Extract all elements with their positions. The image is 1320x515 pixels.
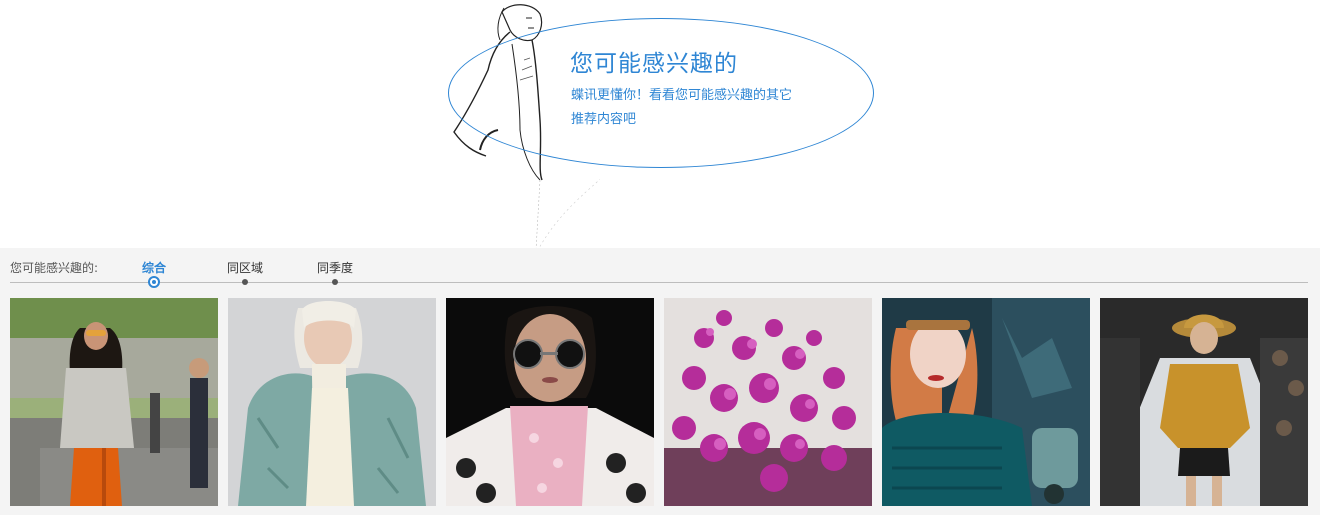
hero-title: 您可能感兴趣的 <box>570 51 738 77</box>
tab-same-season[interactable]: 同季度 <box>317 259 353 276</box>
hero-section: 您可能感兴趣的 蝶讯更懂你！看看您可能感兴趣的其它 推荐内容吧 <box>0 0 1320 250</box>
thumbnail-image[interactable] <box>10 298 218 506</box>
tab-comprehensive[interactable]: 综合 <box>142 259 166 276</box>
thumbnail-image[interactable] <box>1100 298 1308 506</box>
thumbnail-image[interactable] <box>228 298 436 506</box>
recommend-label: 您可能感兴趣的: <box>10 261 99 275</box>
tab-rail <box>10 282 1308 283</box>
purple-flowers-photo <box>664 298 872 506</box>
tab-indicator-active[interactable] <box>148 276 160 288</box>
fur-jacket-photo <box>228 298 436 506</box>
sunglasses-model-photo <box>446 298 654 506</box>
street-style-photo <box>10 298 218 506</box>
hero-subtitle-line2: 推荐内容吧 <box>571 112 637 127</box>
hero-subtitle-line1: 蝶讯更懂你！看看您可能感兴趣的其它 <box>571 88 793 103</box>
thumbnail-image[interactable] <box>664 298 872 506</box>
thumbnail-image[interactable] <box>882 298 1090 506</box>
tab-indicator[interactable] <box>242 279 248 285</box>
tab-indicator[interactable] <box>332 279 338 285</box>
runway-model-photo <box>1100 298 1308 506</box>
tab-same-region[interactable]: 同区域 <box>227 259 263 276</box>
teal-knit-model-photo <box>882 298 1090 506</box>
thumbnail-image[interactable] <box>446 298 654 506</box>
recommend-panel: 您可能感兴趣的: 综合 同区域 同季度 <box>0 248 1320 515</box>
